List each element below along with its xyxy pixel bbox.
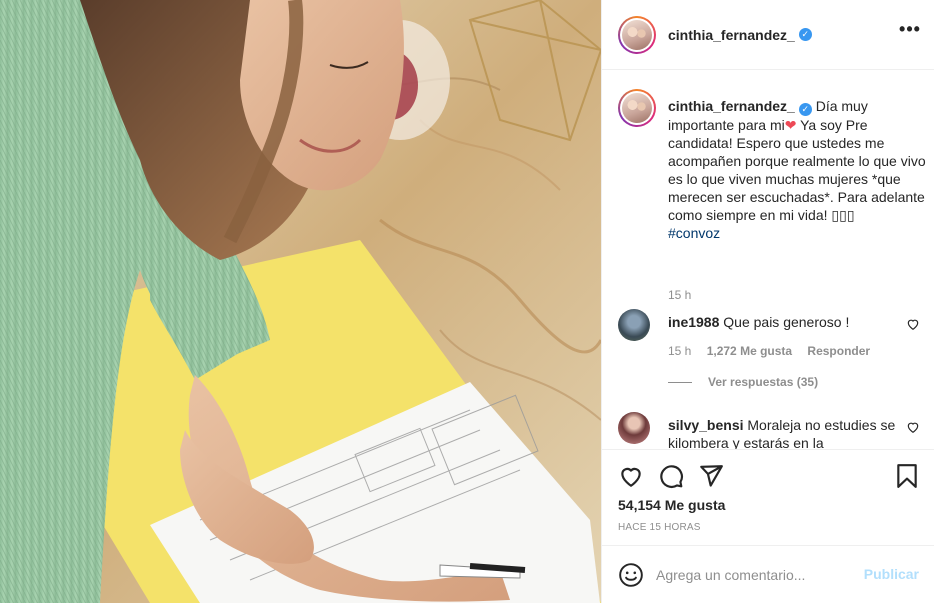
view-replies-button[interactable]: Ver respuestas (35) — [668, 375, 818, 389]
caption-time[interactable]: 15 h — [668, 288, 691, 302]
replies-divider — [668, 382, 692, 384]
comment-username[interactable]: ine1988 — [668, 314, 719, 330]
comment-text: ine1988 Que pais generoso ! — [668, 313, 896, 331]
comment-icon[interactable] — [658, 463, 684, 489]
posted-time[interactable]: HACE 15 HORAS — [618, 522, 701, 533]
caption-username[interactable]: cinthia_fernandez_ — [668, 98, 795, 114]
add-comment-bar: Publicar — [602, 545, 934, 603]
likes-count[interactable]: 54,154 Me gusta — [618, 497, 725, 513]
comment-like-heart-icon[interactable] — [906, 420, 920, 434]
comment-text: silvy_bensi Moraleja no estudies se kilo… — [668, 416, 896, 449]
emoji-boxes: ▯▯▯ — [831, 207, 855, 223]
view-replies-label: Ver respuestas (35) — [708, 375, 819, 389]
comment-body: Que pais generoso ! — [723, 314, 850, 330]
author-username[interactable]: cinthia_fernandez_ — [668, 27, 795, 43]
comment-time[interactable]: 15 h — [668, 344, 691, 358]
post-header: cinthia_fernandez_ ✓ ••• — [602, 0, 934, 70]
comment-like-heart-icon[interactable] — [906, 317, 920, 331]
avatar-image — [622, 19, 652, 50]
verified-badge-icon: ✓ — [798, 103, 812, 116]
bookmark-icon[interactable] — [894, 463, 920, 489]
more-options-icon[interactable]: ••• — [899, 20, 921, 44]
red-heart-emoji: ❤ — [784, 117, 797, 133]
post-side-panel: cinthia_fernandez_ ✓ ••• cinthia_fernand… — [601, 0, 934, 603]
author-avatar[interactable] — [618, 15, 656, 54]
instagram-post: cinthia_fernandez_ ✓ ••• cinthia_fernand… — [0, 0, 934, 603]
comments-list[interactable]: cinthia_fernandez_ ✓ Día muy importante p… — [602, 71, 934, 449]
reply-button[interactable]: Responder — [807, 344, 870, 358]
publish-button[interactable]: Publicar — [864, 566, 919, 582]
verified-badge-icon: ✓ — [798, 28, 812, 41]
photo-illustration — [0, 0, 601, 603]
hashtag-link[interactable]: #convoz — [668, 224, 928, 242]
comment-meta: 15 h 1,272 Me gusta Responder — [668, 344, 882, 358]
comment-likes[interactable]: 1,272 Me gusta — [707, 344, 792, 358]
commenter-avatar[interactable] — [618, 412, 650, 444]
comment-username[interactable]: silvy_bensi — [668, 417, 744, 433]
commenter-avatar[interactable] — [618, 309, 650, 341]
emoji-icon[interactable] — [618, 562, 644, 588]
post-actions: 54,154 Me gusta HACE 15 HORAS — [602, 449, 934, 545]
comment-input[interactable] — [656, 564, 856, 586]
caption-text: cinthia_fernandez_ ✓ Día muy importante p… — [668, 97, 928, 242]
post-photo[interactable] — [0, 0, 601, 603]
caption-avatar[interactable] — [618, 89, 656, 127]
share-icon[interactable] — [698, 463, 724, 489]
heart-icon[interactable] — [618, 463, 644, 489]
